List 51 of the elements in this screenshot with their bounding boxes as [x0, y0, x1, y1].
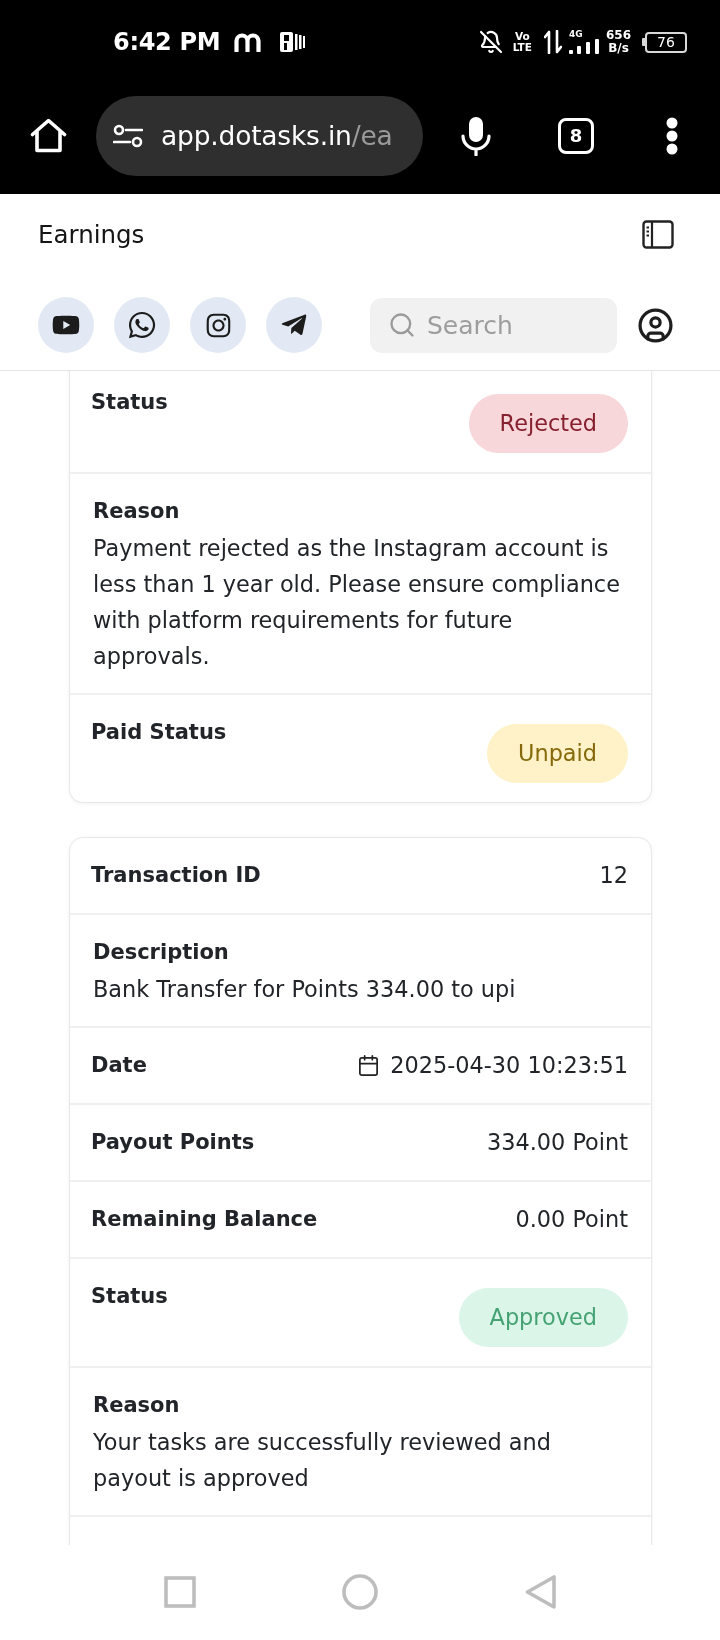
status-badge: Unpaid — [487, 724, 628, 783]
chat-button[interactable] — [114, 297, 170, 353]
status-badge: Approved — [458, 1288, 628, 1347]
field-label: Remaining Balance — [91, 1206, 318, 1232]
calendar-icon — [357, 1053, 381, 1077]
message-channel-button[interactable] — [266, 297, 322, 353]
field-label: Status — [91, 389, 168, 415]
field-value: 0.00 Point — [515, 1206, 628, 1232]
sidebar-toggle-icon[interactable] — [642, 219, 674, 249]
signal-bars-icon — [568, 39, 599, 55]
network-speed: 656 — [605, 29, 631, 42]
field-value: 334.00 Point — [486, 1129, 628, 1155]
chat-phone-icon — [127, 310, 157, 340]
field-text: Your tasks are successfully reviewed and payout is approved — [93, 1428, 552, 1493]
field-label: Reason — [93, 498, 181, 524]
site-settings-icon — [113, 123, 143, 148]
page-title: Earnings — [38, 219, 145, 249]
field-value: 12 — [599, 862, 628, 888]
field-label: Reason — [93, 1392, 181, 1418]
arch-logo-icon — [234, 32, 262, 52]
volte-label: Vo — [514, 31, 530, 42]
app-logo-icon — [280, 31, 306, 53]
microphone-icon[interactable] — [461, 115, 491, 156]
more-menu-icon[interactable] — [666, 116, 678, 155]
search-icon — [388, 310, 416, 339]
field-label: Description — [93, 939, 230, 965]
battery-level: 76 — [642, 31, 687, 53]
network-type-label: 4G — [568, 29, 583, 40]
field-text: Bank Transfer for Points 334.00 to upi — [93, 975, 517, 1004]
url-text: app.dotasks.in/ea — [161, 120, 393, 151]
field-label: Transaction ID — [91, 862, 261, 888]
tab-count-button[interactable]: 8 — [558, 117, 594, 154]
field-label: Payout Points — [91, 1129, 255, 1155]
field-label: Status — [91, 1283, 168, 1309]
address-bar[interactable]: app.dotasks.in/ea — [96, 95, 423, 176]
clock-time: 6:42 PM — [113, 28, 221, 56]
field-text: Payment rejected as the Instagram account is less than 1 year old. Please ensure compliance with platform requirements for future approvals. — [93, 534, 621, 671]
camera-icon — [204, 311, 232, 339]
photo-app-button[interactable] — [190, 297, 246, 353]
field-value: 2025-04-30 10:23:51 — [390, 1052, 628, 1078]
field-label: Paid Status — [91, 719, 227, 745]
data-arrows-icon — [543, 30, 562, 54]
field-label: Date — [91, 1052, 147, 1078]
home-icon[interactable] — [30, 118, 67, 153]
muted-bell-icon — [478, 30, 503, 54]
profile-icon[interactable] — [637, 306, 674, 344]
volte-label: LTE — [512, 42, 532, 53]
video-channel-button[interactable] — [38, 297, 94, 353]
status-badge: Rejected — [468, 394, 628, 453]
speed-unit: B/s — [608, 42, 629, 55]
search-field[interactable]: Search — [370, 297, 617, 353]
